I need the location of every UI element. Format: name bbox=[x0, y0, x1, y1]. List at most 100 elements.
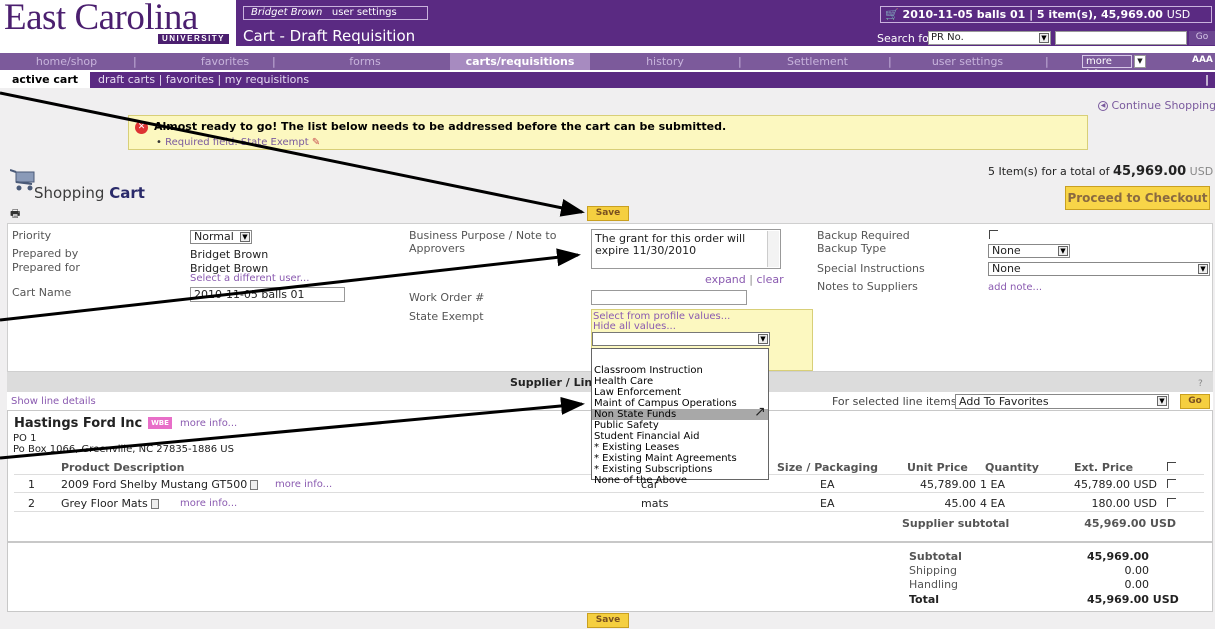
col-header-unit-price: Unit Price bbox=[907, 461, 968, 474]
product-more-info-link[interactable]: more info... bbox=[275, 479, 332, 490]
proceed-to-checkout-button[interactable]: Proceed to Checkout bbox=[1065, 186, 1210, 210]
dropdown-option[interactable]: Student Financial Aid bbox=[592, 431, 768, 442]
nav-item-home-shop[interactable]: home/shop bbox=[0, 53, 133, 70]
priority-label: Priority bbox=[12, 229, 52, 242]
quantity[interactable]: 4 EA bbox=[980, 497, 1005, 510]
show-line-details-link[interactable]: Show line details bbox=[11, 396, 96, 407]
row-checkbox[interactable] bbox=[1167, 498, 1176, 507]
chevron-down-icon: ▼ bbox=[240, 232, 250, 242]
save-button-bottom[interactable]: Save bbox=[587, 613, 629, 628]
chevron-down-icon: ▼ bbox=[1039, 33, 1049, 43]
dropdown-option[interactable]: Maint of Campus Operations bbox=[592, 398, 768, 409]
search-type-select[interactable]: PR No. ▼ bbox=[928, 31, 1051, 45]
row-number: 1 bbox=[28, 478, 35, 491]
chevron-down-icon: ▼ bbox=[1058, 246, 1068, 256]
dropdown-option[interactable]: * Existing Leases bbox=[592, 442, 768, 453]
backup-type-select[interactable]: None ▼ bbox=[988, 244, 1070, 258]
expand-link: expand bbox=[705, 273, 746, 286]
help-icon[interactable]: ? bbox=[1198, 379, 1203, 389]
product-description[interactable]: 2009 Ford Shelby Mustang GT500 bbox=[61, 478, 259, 491]
select-different-user-link[interactable]: Select a different user... bbox=[190, 273, 309, 284]
page-title: Cart - Draft Requisition bbox=[243, 27, 416, 45]
expand-clear-links[interactable]: expand | clear bbox=[705, 273, 784, 286]
dropdown-option[interactable] bbox=[592, 349, 768, 365]
supplier-subtotal-label: Supplier subtotal bbox=[902, 517, 1010, 530]
supplier-line-title: Supplier / Line bbox=[510, 376, 600, 389]
dropdown-option[interactable]: Classroom Instruction bbox=[592, 365, 768, 376]
line-action-select[interactable]: Add To Favorites ▼ bbox=[955, 394, 1169, 409]
unit-price: 45.00 bbox=[944, 497, 977, 510]
document-icon[interactable] bbox=[250, 480, 259, 490]
font-size-icon[interactable]: AAA bbox=[1192, 55, 1213, 65]
continue-shopping-link[interactable]: ◀ Continue Shopping bbox=[1098, 99, 1215, 112]
search-go-button[interactable]: Go bbox=[1189, 31, 1215, 45]
select-all-checkbox[interactable] bbox=[1167, 462, 1176, 471]
nav-separator: | bbox=[888, 55, 892, 68]
line-action-go-button[interactable]: Go bbox=[1180, 394, 1210, 409]
cart-summary[interactable]: 🛒 2010-11-05 balls 01 | 5 item(s), 45,96… bbox=[880, 6, 1212, 23]
catalog-number: mats bbox=[641, 497, 669, 510]
cart-name-input[interactable]: 2010-11-05 balls 01 bbox=[190, 287, 345, 302]
nav-item-carts-requisitions[interactable]: carts/requisitions bbox=[450, 53, 590, 70]
work-order-label: Work Order # bbox=[409, 291, 485, 304]
special-instructions-select[interactable]: None ▼ bbox=[988, 262, 1210, 276]
dropdown-option[interactable]: * Existing Subscriptions bbox=[592, 464, 768, 475]
row-checkbox[interactable] bbox=[1167, 479, 1176, 488]
dropdown-option[interactable]: Non State Funds bbox=[592, 409, 768, 420]
subtab-active-cart[interactable]: active cart bbox=[0, 72, 90, 88]
printer-icon[interactable]: 🖶 bbox=[10, 205, 20, 224]
nav-item-settlement[interactable]: Settlement bbox=[745, 53, 890, 70]
product-more-info-link[interactable]: more info... bbox=[180, 498, 237, 509]
nav-separator: | bbox=[133, 55, 137, 68]
textarea-scrollbar[interactable] bbox=[767, 231, 779, 267]
backup-required-checkbox[interactable] bbox=[989, 230, 998, 239]
row-divider bbox=[14, 511, 1204, 512]
add-note-link[interactable]: add note... bbox=[988, 282, 1042, 293]
dropdown-option[interactable]: Public Safety bbox=[592, 420, 768, 431]
items-total: 5 Item(s) for a total of 45,969.00 USD bbox=[988, 164, 1214, 179]
hide-all-values-link[interactable]: Hide all values... bbox=[593, 321, 676, 332]
wbe-badge: WBE bbox=[148, 417, 172, 429]
nav-item-forms[interactable]: forms bbox=[280, 53, 450, 70]
supplier-more-info-link[interactable]: more info... bbox=[180, 418, 237, 429]
user-settings-link[interactable]: user settings bbox=[332, 7, 397, 18]
state-exempt-select[interactable]: ▼ bbox=[592, 332, 770, 346]
chevron-down-icon[interactable]: ▼ bbox=[1134, 55, 1146, 68]
quantity[interactable]: 1 EA bbox=[980, 478, 1005, 491]
notes-to-suppliers-label: Notes to Suppliers bbox=[817, 280, 918, 293]
dropdown-option[interactable]: None of the Above bbox=[592, 475, 768, 486]
logo[interactable]: East Carolina UNIVERSITY bbox=[0, 0, 236, 46]
work-order-input[interactable] bbox=[591, 290, 747, 305]
supplier-address: Po Box 1066, Greenville, NC 27835-1886 U… bbox=[13, 444, 234, 455]
subtab-links[interactable]: draft carts | favorites | my requisition… bbox=[98, 72, 309, 88]
nav-separator: | bbox=[1045, 55, 1049, 68]
shopping-cart-heading: Shopping Cart bbox=[34, 184, 145, 202]
totals-panel bbox=[7, 542, 1213, 612]
col-header-size: Size / Packaging bbox=[777, 461, 879, 474]
priority-select[interactable]: Normal ▼ bbox=[190, 230, 252, 244]
state-exempt-label: State Exempt bbox=[409, 310, 484, 323]
state-exempt-dropdown-list[interactable]: Classroom Instruction Health Care Law Enfo… bbox=[591, 348, 769, 486]
supplier-name: Hastings Ford Inc bbox=[14, 416, 143, 431]
prepared-for-label: Prepared for bbox=[12, 261, 80, 274]
product-description[interactable]: Grey Floor Mats bbox=[61, 497, 159, 510]
more-nav-select[interactable]: more >> bbox=[1082, 55, 1132, 78]
search-input[interactable] bbox=[1055, 31, 1187, 45]
col-header-ext-price: Ext. Price bbox=[1074, 461, 1134, 474]
save-button-top[interactable]: Save bbox=[587, 206, 629, 221]
nav-item-history[interactable]: history bbox=[590, 53, 740, 70]
dropdown-option[interactable]: Health Care bbox=[592, 376, 768, 387]
warning-required-field-link[interactable]: • Required field: State Exempt ✎ bbox=[156, 137, 320, 148]
document-icon[interactable] bbox=[150, 499, 159, 509]
items-total-value: 45,969.00 bbox=[1112, 164, 1187, 179]
handling-value: 0.00 bbox=[1124, 578, 1150, 591]
cart-summary-currency: USD bbox=[1166, 8, 1191, 21]
business-purpose-textarea[interactable]: The grant for this order will expire 11/… bbox=[591, 229, 781, 269]
dropdown-option[interactable]: * Existing Maint Agreements bbox=[592, 453, 768, 464]
ext-price: 45,789.00 USD bbox=[1074, 478, 1157, 491]
pencil-icon: ✎ bbox=[311, 137, 321, 148]
size-packaging: EA bbox=[820, 497, 835, 510]
nav-item-user-settings[interactable]: user settings bbox=[895, 53, 1040, 70]
dropdown-option[interactable]: Law Enforcement bbox=[592, 387, 768, 398]
special-instructions-label: Special Instructions bbox=[817, 262, 925, 275]
